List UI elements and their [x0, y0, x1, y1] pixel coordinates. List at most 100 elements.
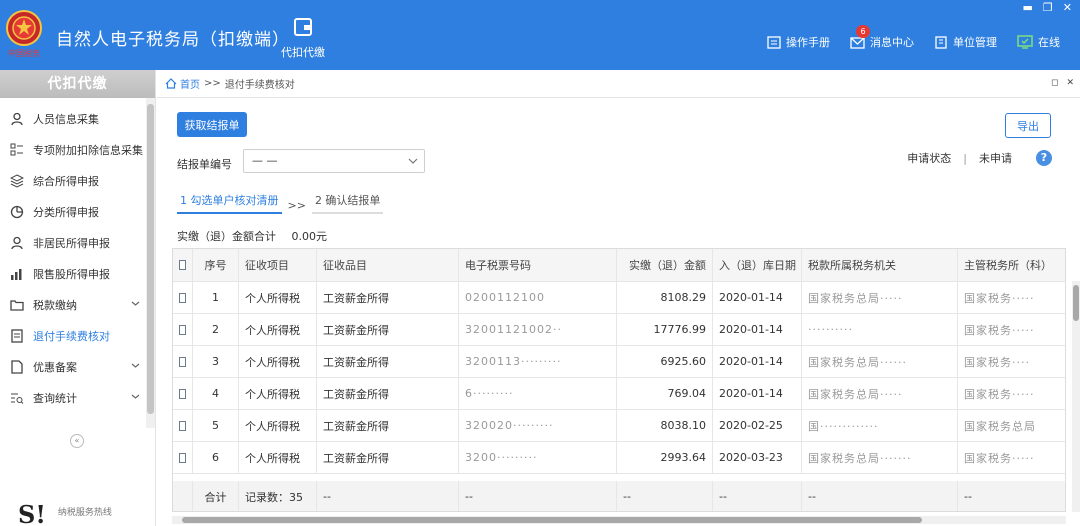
column-header[interactable]: 电子税票号码 [459, 249, 617, 281]
column-header[interactable]: 征收品目 [317, 249, 459, 281]
sidebar-item-restricted-stock[interactable]: 限售股所得申报 [0, 258, 146, 289]
sidebar-title: 代扣代缴 [0, 70, 155, 98]
home-icon[interactable] [165, 78, 177, 89]
footer-total-label: 合计 [193, 481, 239, 511]
table-row[interactable]: 1 个人所得税 工资薪金所得 0200112100 8108.29 2020-0… [173, 282, 1065, 314]
cell-amount: 8108.29 [617, 282, 713, 313]
sidebar-item-preferential-filing[interactable]: 优惠备案 [0, 351, 146, 382]
table-footer-row: 合计 记录数：35 -- -- -- -- -- -- [173, 481, 1065, 511]
sidebar-item-classified-income[interactable]: 分类所得申报 [0, 196, 146, 227]
building-icon [935, 35, 947, 49]
cell-no: 3 [193, 346, 239, 377]
manual-link[interactable]: 操作手册 [767, 34, 830, 50]
cell-office: 国家税务总局····· [802, 282, 958, 313]
cell-office: 国家税务总局······· [802, 442, 958, 473]
cell-sub-office: 国家税务····· [958, 378, 1065, 409]
cell-item: 个人所得税 [239, 282, 317, 313]
tab-controls: ◻ ✕ [1051, 78, 1074, 88]
person-icon [11, 112, 23, 125]
cell-date: 2020-01-14 [713, 314, 802, 345]
column-header[interactable]: 序号 [193, 249, 239, 281]
search-list-icon [11, 393, 24, 404]
folder-icon [10, 299, 24, 311]
column-header[interactable]: 入（退）库日期 [713, 249, 802, 281]
apply-status: 申请状态 | 未申请 ? [907, 150, 1052, 166]
module-withholding-button[interactable]: 代扣代缴 [276, 16, 330, 60]
sidebar-scrollbar[interactable] [146, 98, 155, 428]
table-row[interactable]: 6 个人所得税 工资薪金所得 3200········· 2993.64 202… [173, 442, 1065, 474]
row-checkbox[interactable] [179, 388, 186, 399]
sidebar-item-label: 分类所得申报 [33, 205, 99, 219]
help-icon[interactable]: ? [1036, 150, 1052, 166]
close-icon[interactable]: ✕ [1063, 2, 1072, 14]
cell-no: 6 [193, 442, 239, 473]
table-row[interactable]: 3 个人所得税 工资薪金所得 3200113········· 6925.60 … [173, 346, 1065, 378]
sidebar-item-nonresident-income[interactable]: 非居民所得申报 [0, 227, 146, 258]
tab-close-icon[interactable]: ✕ [1066, 78, 1074, 88]
cell-sub-office: 国家税务····· [958, 314, 1065, 345]
footer-dash: -- [802, 481, 958, 511]
sidebar-item-label: 查询统计 [33, 391, 77, 405]
column-header[interactable]: 税款所属税务机关 [802, 249, 958, 281]
sidebar-item-comprehensive-income[interactable]: 综合所得申报 [0, 165, 146, 196]
row-checkbox[interactable] [179, 452, 186, 463]
table-horizontal-scrollbar[interactable] [172, 516, 1066, 524]
table-row[interactable]: 2 个人所得税 工资薪金所得 32001121002·· 17776.99 20… [173, 314, 1065, 346]
cell-ticket: 320020········· [459, 410, 617, 441]
restore-icon[interactable]: ❐ [1043, 2, 1053, 14]
bar-chart-icon [11, 268, 22, 280]
table-hscroll-thumb[interactable] [182, 517, 922, 523]
sidebar-item-person-info[interactable]: 人员信息采集 [0, 103, 146, 134]
breadcrumb-home[interactable]: 首页 [180, 76, 200, 91]
row-checkbox[interactable] [179, 292, 186, 303]
logo-text: 中国税务 [8, 48, 40, 58]
message-badge: 6 [856, 25, 870, 38]
select-all-checkbox[interactable] [173, 249, 193, 281]
unit-management-link[interactable]: 单位管理 [934, 34, 997, 50]
row-checkbox[interactable] [179, 324, 186, 335]
sidebar-collapse-button[interactable]: « [70, 434, 84, 448]
table-row[interactable]: 4 个人所得税 工资薪金所得 6········· 769.04 2020-01… [173, 378, 1065, 410]
column-header[interactable]: 实缴（退）金额 [617, 249, 713, 281]
report-no-select[interactable]: — — [243, 149, 425, 173]
row-checkbox[interactable] [179, 420, 186, 431]
sidebar-item-label: 非居民所得申报 [33, 236, 110, 250]
sidebar-scroll-thumb[interactable] [147, 104, 154, 414]
sidebar-item-fee-refund-check[interactable]: 退付手续费核对 [0, 320, 146, 351]
cell-date: 2020-03-23 [713, 442, 802, 473]
message-center-link[interactable]: 6 消息中心 [850, 25, 914, 50]
footer-dash: -- [958, 481, 1065, 511]
cell-ticket: 6········· [459, 378, 617, 409]
checkbox[interactable] [179, 260, 186, 270]
online-status-link[interactable]: 在线 [1017, 34, 1060, 50]
cell-amount: 6925.60 [617, 346, 713, 377]
footer-dash: -- [459, 481, 617, 511]
person-icon [11, 236, 23, 249]
tab-step-confirm-report[interactable]: 2 确认结报单 [311, 192, 384, 214]
cell-ticket: 3200113········· [459, 346, 617, 377]
table-vertical-scrollbar[interactable] [1072, 281, 1080, 512]
sidebar-item-label: 人员信息采集 [33, 112, 99, 126]
step-arrow: >> [287, 199, 306, 212]
tab-maximize-icon[interactable]: ◻ [1051, 78, 1058, 88]
refund-table: 序号 征收项目 征收品目 电子税票号码 实缴（退）金额 入（退）库日期 税款所属… [172, 248, 1066, 512]
fetch-report-button[interactable]: 获取结报单 [177, 112, 247, 137]
breadcrumb: 首页 >> 退付手续费核对 ◻ ✕ [157, 70, 1080, 98]
table-row[interactable]: 5 个人所得税 工资薪金所得 320020········· 8038.10 2… [173, 410, 1065, 442]
document-icon [11, 328, 23, 343]
sidebar-item-query-statistics[interactable]: 查询统计 [0, 382, 146, 413]
sidebar-item-special-deduction[interactable]: 专项附加扣除信息采集 [0, 134, 146, 165]
tab-step-select-list[interactable]: 1 勾选单户核对清册 [177, 192, 282, 214]
column-header[interactable]: 主管税务所（科） [958, 249, 1065, 281]
minimize-icon[interactable]: ▬ [1023, 2, 1033, 14]
summary-label: 实缴（退）金额合计 [177, 230, 276, 243]
table-vscroll-thumb[interactable] [1073, 285, 1079, 321]
export-button[interactable]: 导出 [1005, 113, 1051, 138]
sidebar-item-tax-payment[interactable]: 税款缴纳 [0, 289, 146, 320]
row-checkbox[interactable] [179, 356, 186, 367]
status-label: 申请状态 [907, 152, 952, 165]
hotline-logo: S! [18, 500, 46, 526]
top-bar: 中国税务 自然人电子税务局（扣缴端） 代扣代缴 ▬ ❐ ✕ 操作手册 6 消息中… [0, 0, 1080, 70]
chevron-down-icon [131, 363, 140, 368]
column-header[interactable]: 征收项目 [239, 249, 317, 281]
